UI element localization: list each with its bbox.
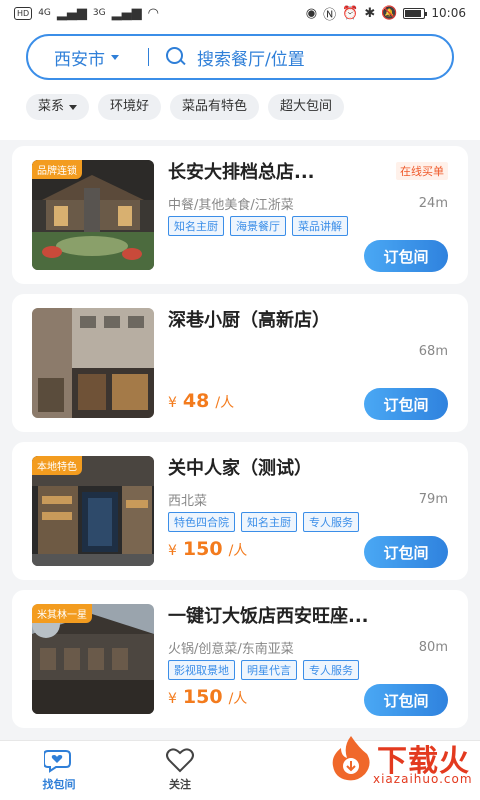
divider xyxy=(148,48,149,66)
city-label: 西安市 xyxy=(54,49,105,70)
flame-logo-icon xyxy=(332,736,370,781)
restaurant-cuisine: 火锅/创意菜/东南亚菜 xyxy=(168,642,294,657)
feature-tag: 菜品讲解 xyxy=(292,216,348,236)
price-value: 150 xyxy=(182,538,223,560)
restaurant-distance: 79m xyxy=(418,492,448,507)
restaurant-name: 一键订大饭店西安旺座... xyxy=(168,606,369,627)
feature-tag: 知名主厨 xyxy=(168,216,224,236)
battery-icon xyxy=(403,7,428,19)
chevron-down-icon xyxy=(69,104,78,110)
price-value: 150 xyxy=(182,686,223,708)
filter-label: 菜系 xyxy=(38,99,65,114)
signal-bars-icon: ▂▄▆ xyxy=(56,5,87,21)
status-bar: HD 4G ▂▄▆ 3G ▂▄▆ ◠ ◉ Ⓝ ⏰ ✱ 🔕 10:06 xyxy=(0,0,480,26)
search-bar[interactable]: 西安市 搜索餐厅/位置 xyxy=(26,34,454,80)
filter-environment[interactable]: 环境好 xyxy=(98,94,162,120)
restaurant-price: ¥ 150 /人 xyxy=(168,686,247,708)
feature-tags: 特色四合院 知名主厨 专人服务 xyxy=(168,512,359,532)
header: 西安市 搜索餐厅/位置 菜系 环境好 菜品有特色 超大包间 xyxy=(0,26,480,140)
filter-special-dishes[interactable]: 菜品有特色 xyxy=(170,94,260,120)
price-unit: /人 xyxy=(228,543,248,559)
bluetooth-icon: ✱ xyxy=(364,5,376,21)
restaurant-badge: 本地特色 xyxy=(32,456,82,475)
chevron-down-icon xyxy=(111,54,119,60)
tab-label: 找包间 xyxy=(42,778,76,791)
restaurant-card[interactable]: 品牌连锁 长安大排档总店... 在线买单 中餐/其他美食/江浙菜 24m 知名主… xyxy=(12,146,468,284)
tab-find-room[interactable]: 找包间 xyxy=(24,747,94,792)
restaurant-photo xyxy=(32,308,154,418)
restaurant-cuisine: 中餐/其他美食/江浙菜 xyxy=(168,198,294,213)
nfc-icon: Ⓝ xyxy=(323,7,337,23)
restaurant-distance: 68m xyxy=(418,344,448,359)
hd-indicator: HD xyxy=(14,6,33,20)
feature-tag: 特色四合院 xyxy=(168,512,235,532)
restaurant-cuisine: 西北菜 xyxy=(168,494,208,509)
filter-cuisine[interactable]: 菜系 xyxy=(26,94,90,120)
restaurant-price: ¥ 48 /人 xyxy=(168,390,234,412)
restaurant-photo: 品牌连锁 xyxy=(32,160,154,270)
feature-tag: 影视取景地 xyxy=(168,660,235,680)
book-room-button[interactable]: 订包间 xyxy=(364,240,448,272)
watermark-url: xiazaihuo.com xyxy=(373,772,473,786)
price-currency: ¥ xyxy=(168,691,177,707)
search-icon xyxy=(165,46,187,68)
tab-label: 关注 xyxy=(169,778,191,791)
restaurant-price: ¥ 150 /人 xyxy=(168,538,247,560)
feature-tags: 知名主厨 海景餐厅 菜品讲解 xyxy=(168,216,348,236)
restaurant-photo: 本地特色 xyxy=(32,456,154,566)
signal-4g: 4G xyxy=(38,8,51,18)
restaurant-card[interactable]: 本地特色 关中人家（测试） 西北菜 79m 特色四合院 知名主厨 专人服务 ¥ … xyxy=(12,442,468,580)
mute-icon: 🔕 xyxy=(381,5,398,21)
alarm-icon: ⏰ xyxy=(342,5,359,21)
restaurant-name: 长安大排档总店... xyxy=(168,162,315,183)
signal-3g: 3G xyxy=(92,8,106,18)
watermark: 下载火 xiazaihuo.com xyxy=(329,734,472,786)
book-room-button[interactable]: 订包间 xyxy=(364,536,448,568)
chat-heart-icon xyxy=(44,750,71,773)
restaurant-card[interactable]: 米其林一星 一键订大饭店西安旺座... 火锅/创意菜/东南亚菜 80m 影视取景… xyxy=(12,590,468,728)
wifi-icon: ◠ xyxy=(147,5,159,21)
price-unit: /人 xyxy=(215,395,235,411)
restaurant-photo: 米其林一星 xyxy=(32,604,154,714)
signal-bars-icon-2: ▂▄▆ xyxy=(111,5,142,21)
price-unit: /人 xyxy=(228,691,248,707)
restaurant-name: 深巷小厨（高新店） xyxy=(168,310,330,331)
restaurant-badge: 品牌连锁 xyxy=(32,160,82,179)
filter-large-room[interactable]: 超大包间 xyxy=(268,94,345,120)
restaurant-distance: 24m xyxy=(418,196,448,211)
tab-follow[interactable]: 关注 xyxy=(145,747,215,792)
feature-tag: 明星代言 xyxy=(241,660,297,680)
price-value: 48 xyxy=(182,390,210,412)
feature-tags: 影视取景地 明星代言 专人服务 xyxy=(168,660,359,680)
filter-bar: 菜系 环境好 菜品有特色 超大包间 xyxy=(26,94,345,120)
search-input[interactable]: 搜索餐厅/位置 xyxy=(197,45,305,70)
feature-tag: 知名主厨 xyxy=(241,512,297,532)
restaurant-card[interactable]: 深巷小厨（高新店） 68m ¥ 48 /人 订包间 xyxy=(12,294,468,432)
restaurant-name: 关中人家（测试） xyxy=(168,458,312,479)
heart-icon xyxy=(166,748,194,773)
eye-icon: ◉ xyxy=(305,5,318,21)
price-currency: ¥ xyxy=(168,395,177,411)
price-currency: ¥ xyxy=(168,543,177,559)
feature-tag: 专人服务 xyxy=(303,660,359,680)
feature-tag: 专人服务 xyxy=(303,512,359,532)
restaurant-badge: 米其林一星 xyxy=(32,604,92,623)
city-selector[interactable]: 西安市 xyxy=(28,45,148,70)
restaurant-distance: 80m xyxy=(418,640,448,655)
feature-tag: 海景餐厅 xyxy=(230,216,286,236)
book-room-button[interactable]: 订包间 xyxy=(364,684,448,716)
book-room-button[interactable]: 订包间 xyxy=(364,388,448,420)
clock: 10:06 xyxy=(431,6,466,20)
online-pay-badge: 在线买单 xyxy=(396,162,448,180)
